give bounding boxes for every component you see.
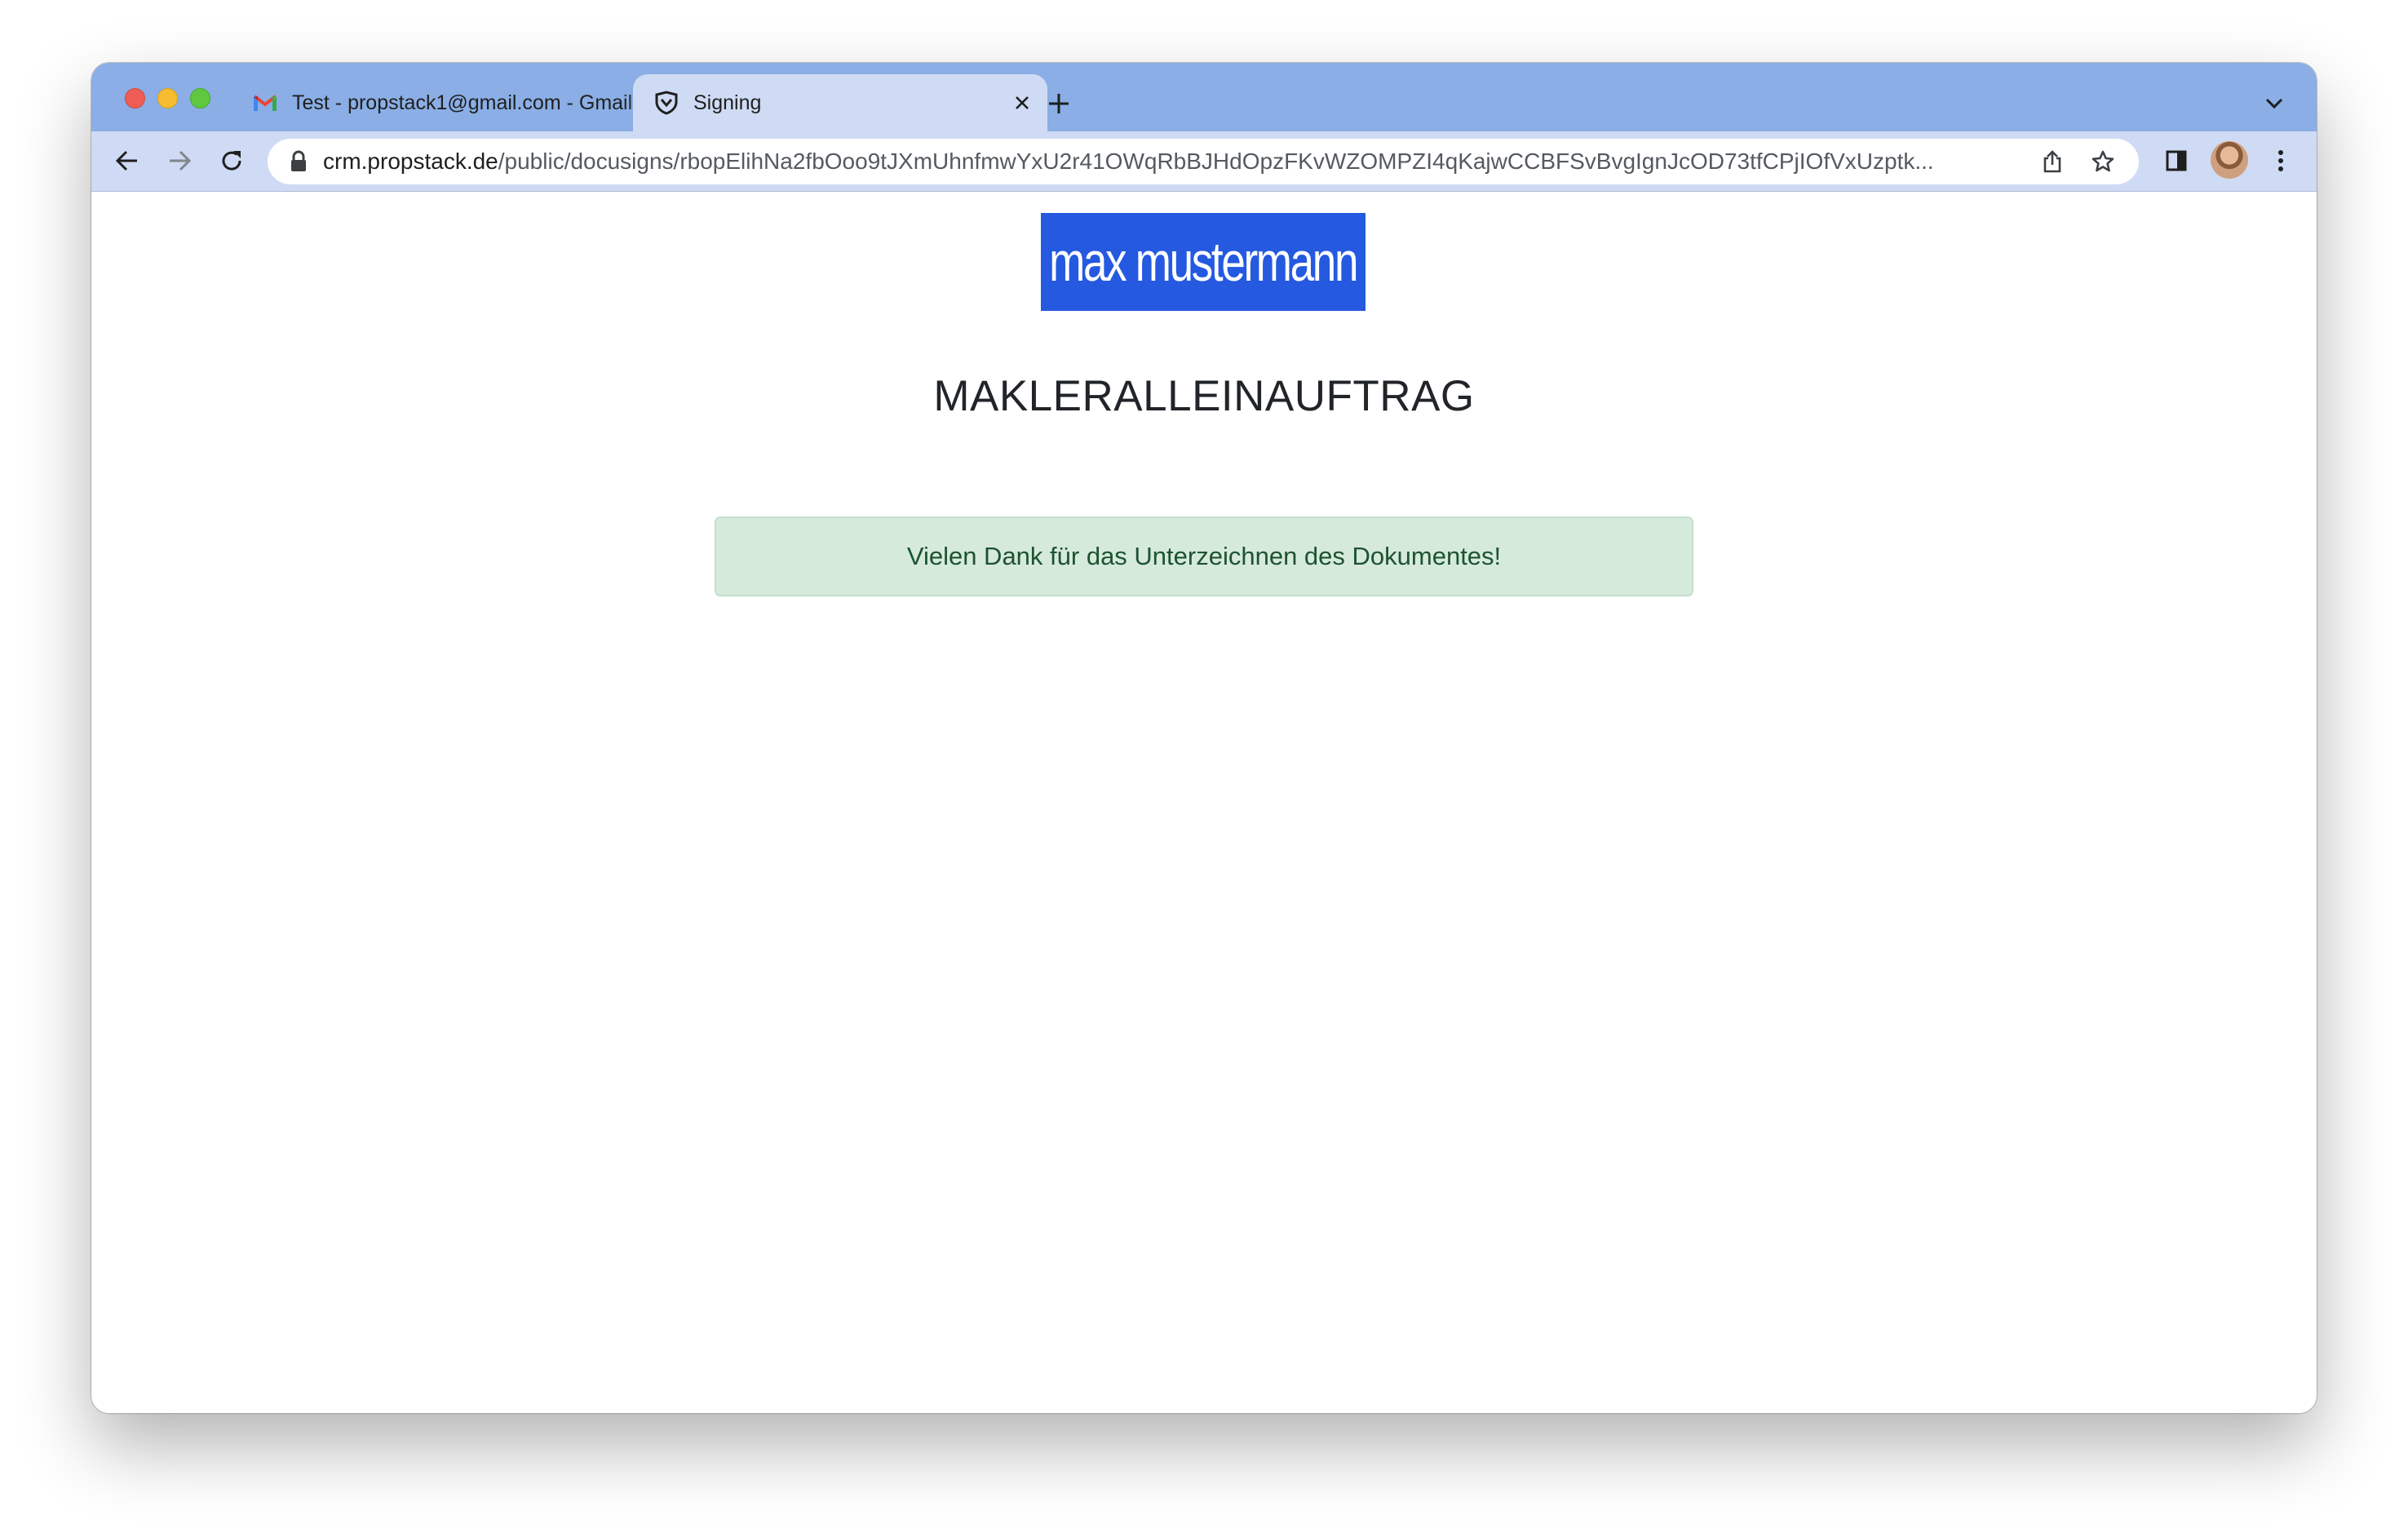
back-button[interactable] <box>109 143 145 179</box>
zoom-window-button[interactable] <box>190 88 210 109</box>
lock-icon[interactable] <box>282 150 315 173</box>
side-panel-icon <box>2166 150 2187 171</box>
side-panel-button[interactable] <box>2158 143 2194 179</box>
minimize-window-button[interactable] <box>157 88 178 109</box>
logo-text: max mustermann <box>1049 231 1359 293</box>
company-logo: max mustermann <box>1041 213 1366 311</box>
url-host: crm.propstack.de <box>323 149 498 174</box>
alert-message: Vielen Dank für das Unterzeichnen des Do… <box>906 542 1502 570</box>
avatar[interactable] <box>2211 141 2248 179</box>
bookmark-star-icon[interactable] <box>2085 144 2121 180</box>
tab-strip: Test - propstack1@gmail.com - Gmail Sign… <box>91 63 2317 131</box>
success-alert: Vielen Dank für das Unterzeichnen des Do… <box>715 517 1693 596</box>
close-tab-icon[interactable] <box>1008 89 1036 117</box>
reload-button[interactable] <box>214 143 250 179</box>
plus-icon <box>1049 94 1069 113</box>
page-title: MAKLERALLEINAUFTRAG <box>933 372 1475 420</box>
forward-icon <box>170 150 192 171</box>
reload-icon <box>222 151 241 171</box>
chevron-down-icon <box>2265 98 2283 109</box>
url-path: /public/docusigns/rbopElihNa2fbOoo9tJXmU… <box>498 149 1934 174</box>
browser-menu-button[interactable] <box>2263 143 2299 179</box>
tab-title: Test - propstack1@gmail.com - Gmail <box>292 91 633 114</box>
tab-search-button[interactable] <box>2258 87 2291 120</box>
address-bar[interactable]: crm.propstack.de/public/docusigns/rbopEl… <box>268 139 2139 184</box>
back-icon <box>115 150 137 171</box>
forward-button[interactable] <box>162 143 197 179</box>
browser-toolbar: crm.propstack.de/public/docusigns/rbopEl… <box>91 131 2317 192</box>
close-window-button[interactable] <box>125 88 145 109</box>
new-tab-button[interactable] <box>1041 86 1077 122</box>
page-content: max mustermann MAKLERALLEINAUFTRAG Viele… <box>91 192 2317 1413</box>
tab-title: Signing <box>693 91 762 114</box>
url-text[interactable]: crm.propstack.de/public/docusigns/rbopEl… <box>323 149 2003 175</box>
browser-window: Test - propstack1@gmail.com - Gmail Sign… <box>91 63 2317 1413</box>
shield-icon <box>653 89 680 117</box>
menu-icon <box>2278 150 2283 171</box>
gmail-icon <box>251 89 279 117</box>
tab-signing[interactable]: Signing <box>633 74 1047 131</box>
share-icon[interactable] <box>2034 144 2070 180</box>
